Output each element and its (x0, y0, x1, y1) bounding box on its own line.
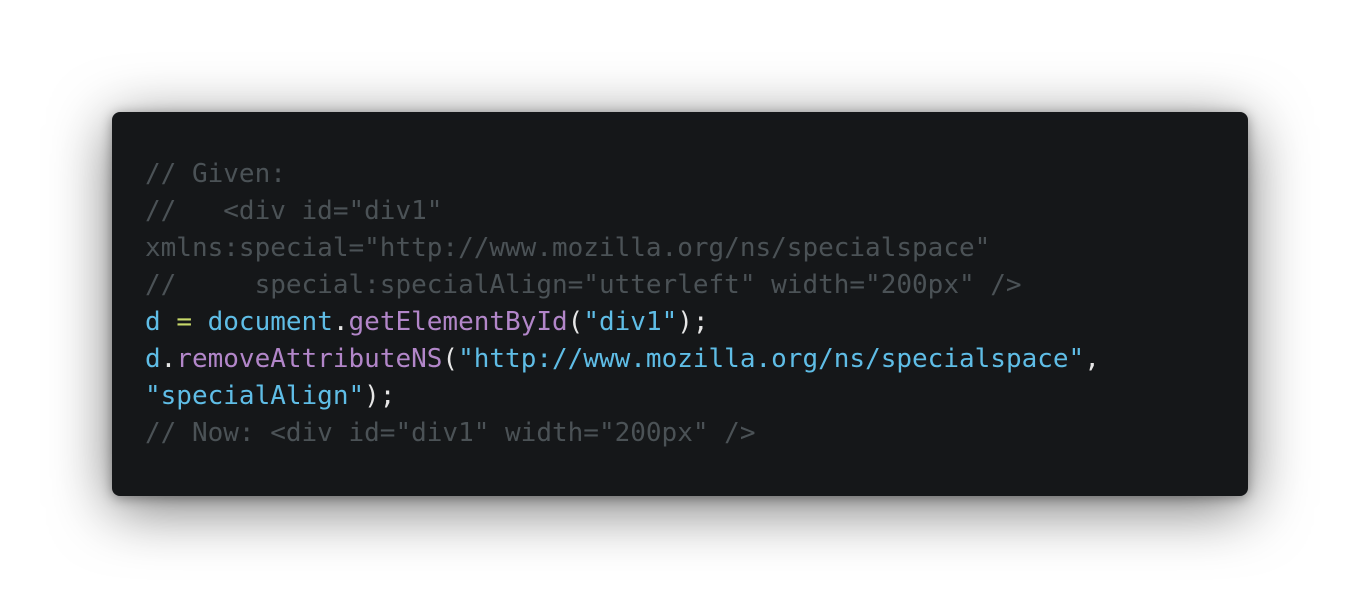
code-token-comment: // Now: <div id="div1" width="200px" /> (145, 418, 756, 448)
code-line: // <div id="div1" (145, 193, 1248, 230)
code-line: d.removeAttributeNS("http://www.mozilla.… (145, 341, 1248, 378)
code-token-comment: // <div id="div1" (145, 196, 443, 226)
code-token-comment: // special:specialAlign="utterleft" widt… (145, 270, 1022, 300)
code-content: // Given: // <div id="div1" xmlns:special=… (145, 156, 1248, 452)
code-token-var: d (145, 307, 161, 337)
code-line: xmlns:special="http://www.mozilla.org/ns… (145, 230, 1248, 267)
code-token-string: "div1" (583, 307, 678, 337)
code-token-plain: ); (677, 307, 709, 337)
code-token-var: document (207, 307, 333, 337)
code-token-plain: ); (364, 381, 396, 411)
code-block: // Given: // <div id="div1" xmlns:special=… (112, 112, 1248, 496)
code-token-method: removeAttributeNS (176, 344, 443, 374)
code-token-comment: // Given: (145, 159, 286, 189)
code-token-plain: . (332, 307, 349, 337)
code-token-plain: ( (567, 307, 584, 337)
code-line: // special:specialAlign="utterleft" widt… (145, 267, 1248, 304)
code-line: // Given: (145, 156, 1248, 193)
code-token-comment: xmlns:special="http://www.mozilla.org/ns… (145, 233, 991, 263)
code-token-op: = (176, 307, 192, 337)
code-line: d = document.getElementById("div1"); (145, 304, 1248, 341)
code-token-plain: ( (442, 344, 459, 374)
code-token-string: "specialAlign" (145, 381, 365, 411)
code-line: "specialAlign"); (145, 378, 1248, 415)
code-token-method: getElementById (348, 307, 568, 337)
code-token-plain: . (160, 344, 177, 374)
code-token-string: "http://www.mozilla.org/ns/specialspace" (458, 344, 1085, 374)
code-token-plain: , (1084, 344, 1100, 374)
code-line: // Now: <div id="div1" width="200px" /> (145, 415, 1248, 452)
canvas: // Given: // <div id="div1" xmlns:special=… (0, 0, 1360, 608)
code-token-var: d (145, 344, 161, 374)
